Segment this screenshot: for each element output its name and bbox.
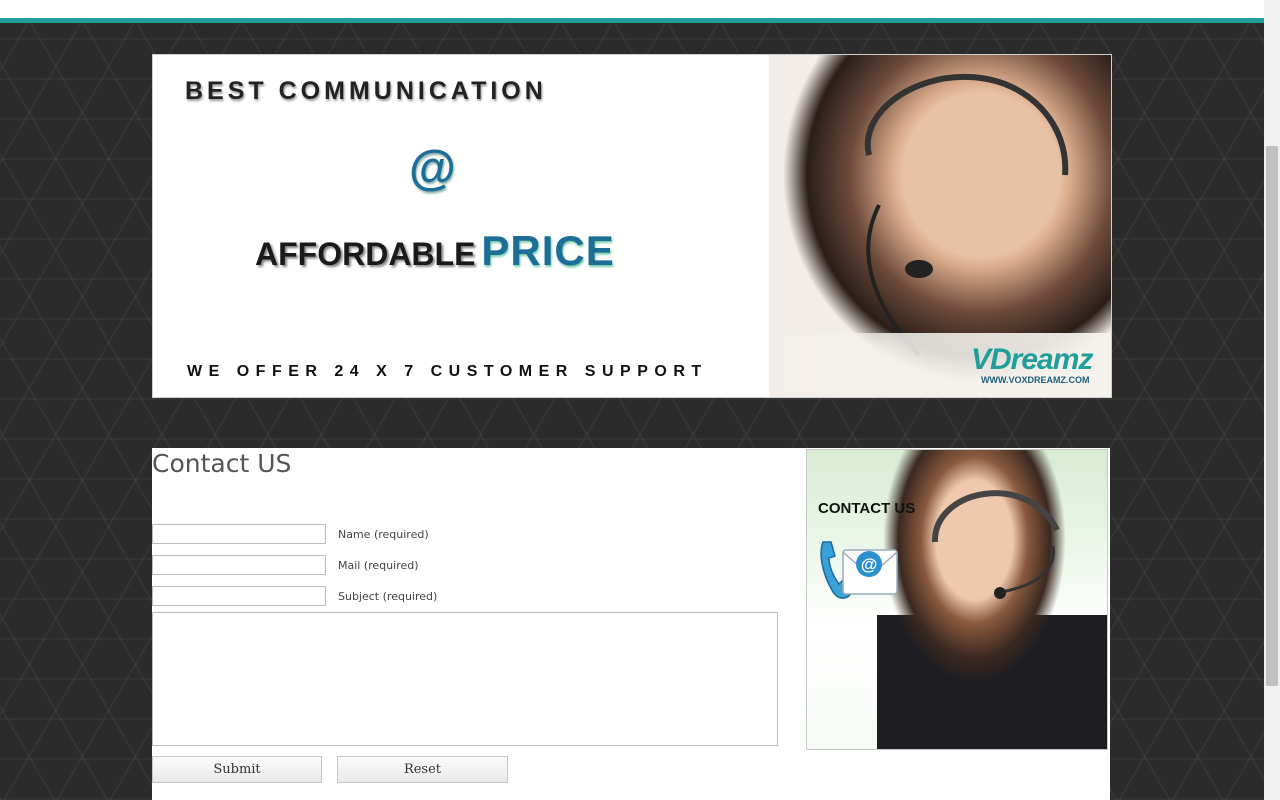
banner-at-symbol: @ — [409, 142, 456, 195]
subject-label: Subject (required) — [338, 590, 438, 603]
page-title: Contact US — [152, 449, 292, 478]
hero-banner: BEST COMMUNICATION @ AFFORDABLE PRICE WE … — [152, 54, 1112, 398]
logo-url: WWW.VOXDREAMZ.COM — [981, 375, 1090, 385]
banner-headline: BEST COMMUNICATION — [185, 77, 547, 105]
svg-text:@: @ — [861, 555, 878, 574]
logo-wordmark: VDreamz — [971, 343, 1093, 376]
scrollbar-thumb[interactable] — [1266, 146, 1278, 686]
phone-mail-icon: @ — [817, 536, 901, 624]
side-heading: CONTACT US — [818, 500, 916, 517]
subject-input[interactable] — [152, 586, 326, 606]
contact-us-image: CONTACT US @ — [806, 449, 1108, 750]
banner-affordable-price: AFFORDABLE PRICE — [255, 227, 615, 275]
name-input[interactable] — [152, 524, 326, 544]
banner-support-text: WE OFFER 24 X 7 CUSTOMER SUPPORT — [187, 363, 708, 380]
submit-button[interactable]: Submit — [152, 756, 322, 783]
mail-label: Mail (required) — [338, 559, 419, 572]
page-scrollbar[interactable] — [1264, 0, 1280, 800]
top-accent-bar — [0, 18, 1264, 23]
banner-affordable: AFFORDABLE — [255, 236, 476, 272]
vdreamz-logo: VDreamz WWW.VOXDREAMZ.COM — [971, 343, 1093, 391]
message-textarea[interactable] — [152, 612, 778, 746]
reset-button[interactable]: Reset — [337, 756, 508, 783]
banner-price: PRICE — [481, 227, 615, 274]
browser-top-area — [0, 0, 1264, 18]
contact-section: Contact US Name (required) Mail (require… — [152, 448, 1110, 800]
mail-input[interactable] — [152, 555, 326, 575]
name-label: Name (required) — [338, 528, 429, 541]
